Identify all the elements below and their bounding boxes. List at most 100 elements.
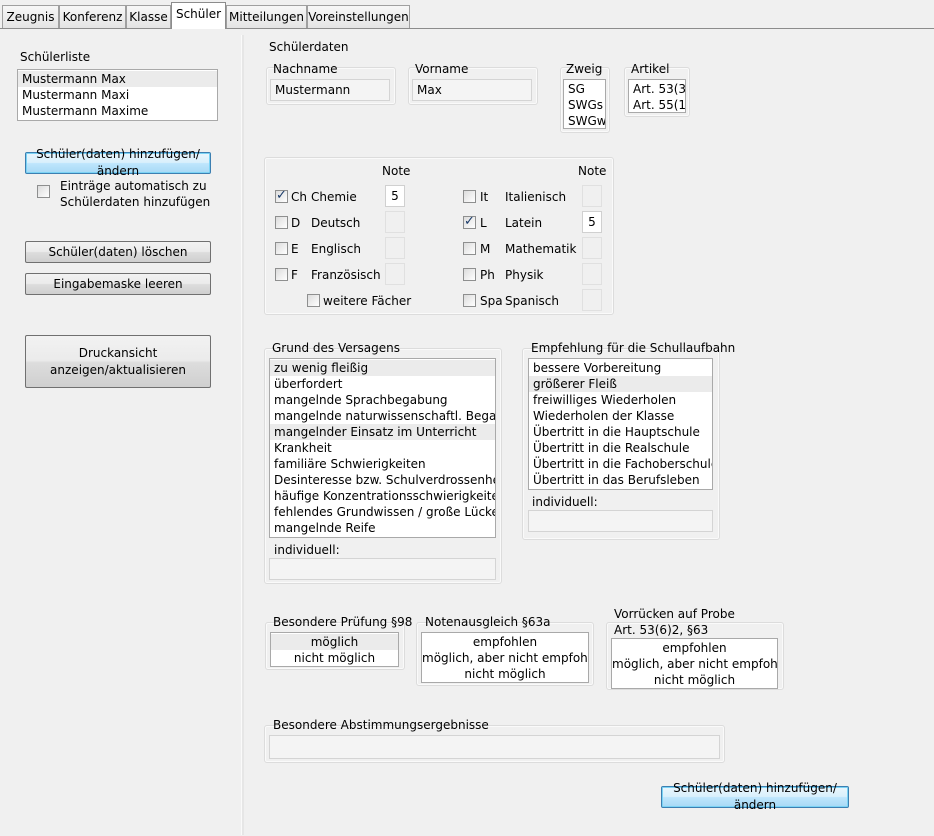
clear-form-button[interactable]: Eingabemaske leeren	[25, 273, 211, 295]
lastname-field[interactable]: Mustermann	[270, 79, 390, 101]
list-item[interactable]: Übertritt in die Realschule	[529, 440, 712, 456]
recommendation-individual-field[interactable]	[528, 510, 713, 532]
student-list-title: Schülerliste	[20, 50, 91, 64]
list-item[interactable]: überfordert	[270, 376, 495, 392]
subject-abbr: D	[291, 216, 301, 230]
subject-d-note[interactable]	[385, 211, 405, 233]
add-student-button[interactable]: Schüler(daten) hinzufügen/ändern	[25, 147, 211, 178]
list-item[interactable]: familiäre Schwierigkeiten	[270, 456, 495, 472]
list-item[interactable]: nicht möglich	[422, 666, 588, 682]
tab-underline	[0, 28, 934, 29]
subject-spa-note[interactable]	[582, 289, 602, 311]
compensation-title: Notenausgleich §63a	[425, 615, 551, 629]
list-item[interactable]: häufige Konzentrationsschwierigkeiten	[270, 488, 495, 504]
list-item[interactable]: mangelnde Reife	[270, 520, 495, 536]
list-item[interactable]: SG	[564, 81, 605, 97]
list-item[interactable]: Desinteresse bzw. Schulverdrossenheit	[270, 472, 495, 488]
tab-klasse[interactable]: Klasse	[126, 5, 171, 28]
artikel-list[interactable]: Art. 53(3) Art. 55(1)	[628, 79, 686, 113]
subject-abbr: M	[480, 242, 491, 256]
list-item[interactable]: größerer Fleiß	[529, 376, 712, 392]
subject-ph-checkbox[interactable]	[463, 268, 476, 281]
zweig-list[interactable]: SG SWGs SWGw	[563, 79, 606, 129]
list-item[interactable]: mangelnde Sprachbegabung	[270, 392, 495, 408]
list-item[interactable]: mangelnder Einsatz im Unterricht	[270, 424, 495, 440]
exam-title: Besondere Prüfung §98	[273, 615, 413, 629]
list-item[interactable]: empfohlen	[422, 634, 588, 650]
subject-name: Italienisch	[505, 190, 567, 204]
list-item[interactable]: Art. 55(1)	[629, 97, 685, 112]
list-item[interactable]: fehlendes Grundwissen / große Lücken	[270, 504, 495, 520]
recommendation-title: Empfehlung für die Schullaufbahn	[531, 341, 736, 355]
list-item[interactable]: nicht möglich	[271, 650, 398, 666]
list-item[interactable]: Krankheit	[270, 440, 495, 456]
subject-abbr: Spa	[480, 294, 503, 308]
subject-e-note[interactable]	[385, 237, 405, 259]
list-item[interactable]: bessere Vorbereitung	[529, 360, 712, 376]
subject-abbr: Ch	[291, 190, 307, 204]
failure-list[interactable]: zu wenig fleißig überfordert mangelnde S…	[269, 358, 496, 538]
subject-spa-checkbox[interactable]	[463, 294, 476, 307]
list-item[interactable]: Übertritt in die Hauptschule	[529, 424, 712, 440]
add-student-bottom-button[interactable]: Schüler(daten) hinzufügen/ändern	[661, 781, 849, 812]
list-item[interactable]: Mustermann Maxime	[18, 103, 217, 119]
subject-it-checkbox[interactable]	[463, 190, 476, 203]
tab-konferenz[interactable]: Konferenz	[59, 5, 126, 28]
list-item[interactable]: empfohlen	[612, 640, 777, 656]
auto-add-label-line: Einträge automatisch zu	[60, 179, 207, 193]
firstname-label: Vorname	[415, 62, 469, 76]
list-item[interactable]: möglich, aber nicht empfohlen	[612, 656, 777, 672]
list-item[interactable]: Mustermann Maxi	[18, 87, 217, 103]
tab-voreinstellungen[interactable]: Voreinstellungen	[307, 5, 410, 28]
delete-student-button[interactable]: Schüler(daten) löschen	[25, 241, 211, 263]
list-item[interactable]: möglich, aber nicht empfohlen	[422, 650, 588, 666]
subject-abbr: E	[291, 242, 299, 256]
subject-d-checkbox[interactable]	[275, 216, 288, 229]
subject-e-checkbox[interactable]	[275, 242, 288, 255]
subject-name: Englisch	[311, 242, 361, 256]
subject-name: Chemie	[311, 190, 357, 204]
student-list[interactable]: Mustermann Max Mustermann Maxi Musterman…	[17, 69, 218, 121]
subject-name: Physik	[505, 268, 544, 282]
subject-l-checkbox[interactable]	[463, 214, 476, 229]
list-item[interactable]: Art. 53(3)	[629, 81, 685, 97]
list-item[interactable]: nicht möglich	[612, 672, 777, 688]
list-item[interactable]: möglich	[271, 634, 398, 650]
list-item[interactable]: freiwilliges Wiederholen	[529, 392, 712, 408]
subject-f-checkbox[interactable]	[275, 268, 288, 281]
subject-f-note[interactable]	[385, 263, 405, 285]
vote-field[interactable]	[269, 735, 720, 759]
list-item[interactable]: mangelnde naturwissenschaftl. Begabung	[270, 408, 495, 424]
probation-list[interactable]: empfohlen möglich, aber nicht empfohlen …	[611, 638, 778, 689]
list-item[interactable]: SWGs	[564, 97, 605, 113]
auto-add-checkbox[interactable]	[37, 185, 50, 198]
tab-zeugnis[interactable]: Zeugnis	[2, 5, 59, 28]
subject-ch-note[interactable]: 5	[385, 185, 405, 207]
list-item[interactable]: zu wenig fleißig	[270, 360, 495, 376]
failure-individual-field[interactable]	[269, 558, 496, 580]
auto-add-label-line: Schülerdaten hinzufügen	[60, 195, 211, 209]
tab-mitteilungen[interactable]: Mitteilungen	[226, 5, 307, 28]
list-item[interactable]: Wiederholen der Klasse	[529, 408, 712, 424]
more-subjects-checkbox[interactable]	[307, 294, 320, 307]
exam-list[interactable]: möglich nicht möglich	[270, 632, 399, 667]
subject-name: Latein	[505, 216, 543, 230]
list-item[interactable]: Übertritt in das Berufsleben	[529, 472, 712, 488]
list-item[interactable]: Mustermann Max	[18, 71, 217, 87]
subject-ch-checkbox[interactable]	[275, 188, 288, 203]
subject-ph-note[interactable]	[582, 263, 602, 285]
tab-schueler[interactable]: Schüler	[171, 2, 226, 29]
subject-m-checkbox[interactable]	[463, 242, 476, 255]
probation-title-line: Art. 53(6)2, §63	[614, 623, 709, 637]
zweig-label: Zweig	[566, 62, 603, 76]
print-preview-button[interactable]: Druckansicht anzeigen/aktualisieren	[25, 335, 211, 388]
subjects-group	[264, 157, 614, 315]
recommendation-list[interactable]: bessere Vorbereitung größerer Fleiß frei…	[528, 358, 713, 490]
list-item[interactable]: Übertritt in die Fachoberschule	[529, 456, 712, 472]
firstname-field[interactable]: Max	[412, 79, 532, 101]
subject-m-note[interactable]	[582, 237, 602, 259]
subject-it-note[interactable]	[582, 185, 602, 207]
compensation-list[interactable]: empfohlen möglich, aber nicht empfohlen …	[421, 632, 589, 683]
subject-l-note[interactable]: 5	[582, 211, 602, 233]
list-item[interactable]: SWGw	[564, 113, 605, 128]
